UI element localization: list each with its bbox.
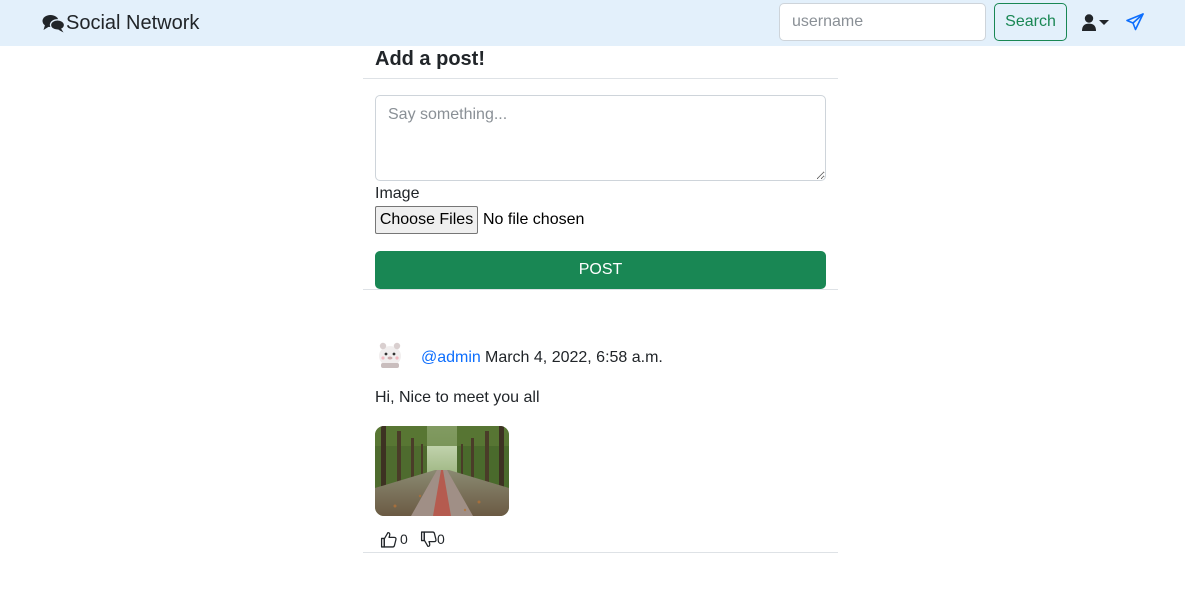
search-button[interactable]: Search xyxy=(994,3,1067,41)
like-count: 0 xyxy=(400,531,408,547)
dislike-count: 0 xyxy=(437,531,445,547)
post-submit-button[interactable]: POST xyxy=(375,251,826,289)
post-date: March 4, 2022, 6:58 a.m. xyxy=(485,349,663,366)
divider xyxy=(363,289,838,290)
brand-label: Social Network xyxy=(66,11,200,34)
avatar[interactable] xyxy=(375,339,405,369)
search-input[interactable] xyxy=(779,3,986,41)
divider xyxy=(363,552,838,553)
thumbs-up-icon xyxy=(380,531,397,548)
user-menu-dropdown[interactable] xyxy=(1082,12,1109,32)
post-text: Hi, Nice to meet you all xyxy=(375,389,540,406)
choose-files-button[interactable]: Choose Files xyxy=(375,206,478,234)
post-author-link[interactable]: @admin xyxy=(421,349,481,367)
form-title: Add a post! xyxy=(375,48,485,70)
thumbs-down-icon xyxy=(420,530,437,547)
comments-icon xyxy=(42,15,65,33)
paper-plane-icon[interactable] xyxy=(1126,13,1144,31)
user-icon xyxy=(1082,13,1096,31)
brand-link[interactable]: Social Network xyxy=(42,11,199,35)
chevron-down-icon xyxy=(1099,20,1109,25)
post-image[interactable] xyxy=(375,426,509,516)
like-button[interactable]: 0 xyxy=(380,530,408,548)
dislike-button[interactable]: 0 xyxy=(420,530,445,548)
image-label: Image xyxy=(375,185,420,202)
navbar: Social Network Search xyxy=(0,0,1185,46)
divider xyxy=(363,78,838,79)
file-status: No file chosen xyxy=(483,211,585,228)
post-content-input[interactable] xyxy=(375,95,826,181)
